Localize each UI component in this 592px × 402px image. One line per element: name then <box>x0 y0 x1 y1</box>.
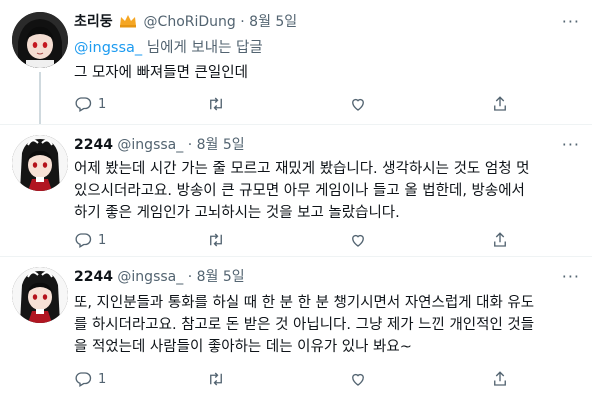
crown-icon <box>119 14 137 33</box>
share-button[interactable] <box>491 230 509 250</box>
separator-dot: · <box>187 269 193 285</box>
reply-icon <box>74 231 92 249</box>
like-button[interactable] <box>349 94 367 114</box>
reply-count: 1 <box>98 371 107 387</box>
share-button[interactable] <box>491 94 509 114</box>
retweet-button[interactable] <box>207 94 225 114</box>
tweet-text-line: 를 하시더라고요. 참고로 돈 받은 것 아닙니다. 그냥 제가 느낀 개인적인… <box>74 317 535 333</box>
display-name[interactable]: 2244 <box>74 137 113 153</box>
tweet-2[interactable]: 2244 @ingssa_ · 8월 5일 ··· 어제 봤는데 시간 가는 줄… <box>0 125 592 256</box>
more-options-button[interactable]: ··· <box>562 12 580 31</box>
like-icon <box>349 370 367 388</box>
retweet-icon <box>207 370 225 388</box>
retweet-icon <box>207 95 225 113</box>
separator-dot: · <box>187 137 193 153</box>
reply-count: 1 <box>98 96 107 112</box>
tweet-text: 또, 지인분들과 통화를 하실 때 한 분 한 분 챙기시면서 자연스럽게 대화… <box>74 292 582 358</box>
tweet-header: 2244 @ingssa_ · 8월 5일 <box>74 268 245 286</box>
avatar[interactable] <box>12 12 68 68</box>
more-options-button[interactable]: ··· <box>562 267 580 286</box>
share-icon <box>491 95 509 113</box>
share-icon <box>491 370 509 388</box>
tweet-text-line: 또, 지인분들과 통화를 하실 때 한 분 한 분 챙기시면서 자연스럽게 대화… <box>74 295 535 311</box>
reply-count: 1 <box>98 232 107 248</box>
handle[interactable]: @ingssa_ <box>117 137 183 153</box>
retweet-icon <box>207 231 225 249</box>
handle[interactable]: @ingssa_ <box>117 269 183 285</box>
avatar[interactable] <box>12 135 68 191</box>
share-button[interactable] <box>491 369 509 389</box>
tweet-header: 초리둥 @ChoRiDung · 8월 5일 <box>74 13 297 33</box>
handle[interactable]: @ChoRiDung <box>144 14 236 30</box>
reply-button[interactable]: 1 <box>74 369 106 389</box>
action-bar: 1 <box>74 369 534 389</box>
timestamp[interactable]: 8월 5일 <box>197 137 245 153</box>
reply-icon <box>74 95 92 113</box>
action-bar: 1 <box>74 230 534 250</box>
tweet-text-line: 있으시더라고요. 방송이 큰 규모면 아무 게임이나 들고 올 법한데, 방송에… <box>74 183 525 199</box>
timestamp[interactable]: 8월 5일 <box>197 269 245 285</box>
display-name[interactable]: 초리둥 <box>74 14 113 30</box>
more-options-button[interactable]: ··· <box>562 135 580 154</box>
like-button[interactable] <box>349 369 367 389</box>
reply-button[interactable]: 1 <box>74 94 106 114</box>
like-button[interactable] <box>349 230 367 250</box>
reply-context: @ingssa_ 님에게 보내는 답글 <box>74 37 582 59</box>
tweet-text: 그 모자에 빠져들면 큰일인데 <box>74 65 248 81</box>
action-bar: 1 <box>74 94 534 114</box>
tweet-text-line: 을 적었는데 사람들이 좋아하는 데는 이유가 있나 봐요~ <box>74 339 412 355</box>
display-name[interactable]: 2244 <box>74 269 113 285</box>
tweet-text-line: 어제 봤는데 시간 가는 줄 모르고 재밌게 봤습니다. 생각하시는 것도 엄청… <box>74 161 530 177</box>
mention-link[interactable]: @ingssa_ <box>74 40 142 56</box>
share-icon <box>491 231 509 249</box>
tweet-header: 2244 @ingssa_ · 8월 5일 <box>74 136 245 154</box>
reply-to-text: 님에게 보내는 답글 <box>142 40 263 56</box>
retweet-button[interactable] <box>207 369 225 389</box>
thread-line <box>39 72 41 124</box>
like-icon <box>349 231 367 249</box>
tweet-1[interactable]: 초리둥 @ChoRiDung · 8월 5일 ··· @ingssa_ 님에게 … <box>0 0 592 124</box>
retweet-button[interactable] <box>207 230 225 250</box>
reply-icon <box>74 370 92 388</box>
avatar[interactable] <box>12 267 68 323</box>
like-icon <box>349 95 367 113</box>
separator-dot: · <box>240 14 245 30</box>
reply-button[interactable]: 1 <box>74 230 106 250</box>
tweet-text: 어제 봤는데 시간 가는 줄 모르고 재밌게 봤습니다. 생각하시는 것도 엄청… <box>74 158 582 224</box>
tweet-text-line: 하기 좋은 게임인가 고뇌하시는 것을 보고 놀랐습니다. <box>74 205 400 221</box>
tweet-3[interactable]: 2244 @ingssa_ · 8월 5일 ··· 또, 지인분들과 통화를 하… <box>0 257 592 402</box>
timestamp[interactable]: 8월 5일 <box>249 14 297 30</box>
